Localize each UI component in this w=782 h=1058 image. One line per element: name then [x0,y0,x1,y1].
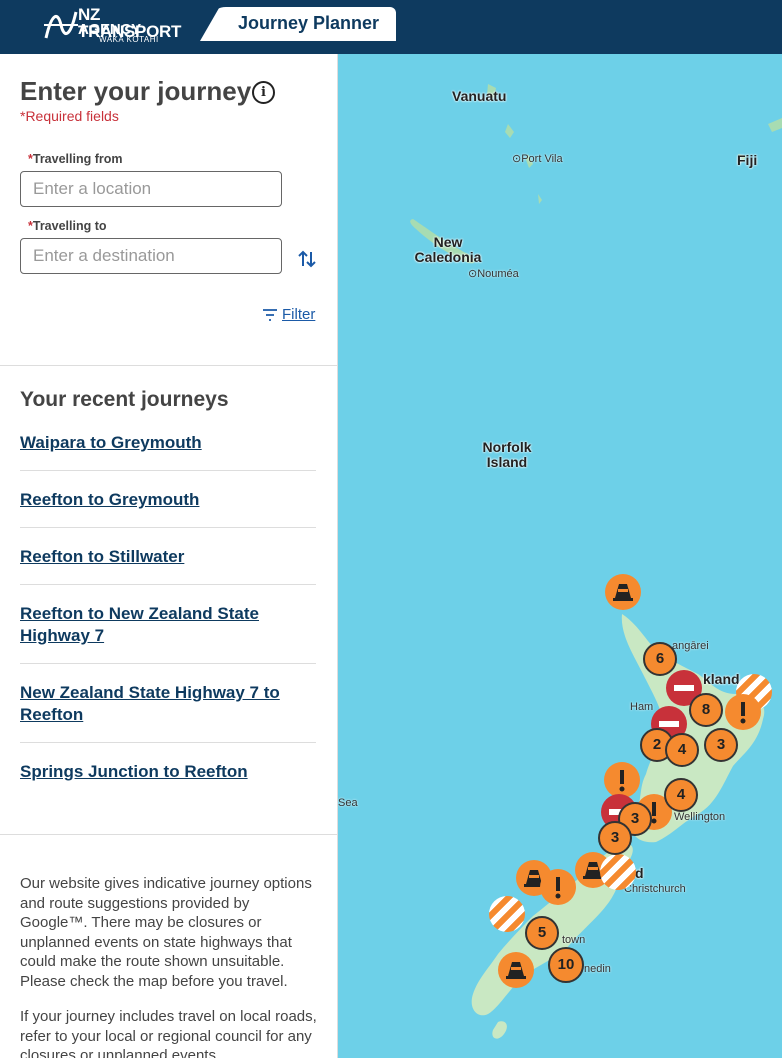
map-label-fiji: Fiji [737,152,758,168]
map-label-wellington: Wellington [674,811,726,823]
exclamation-icon [740,702,746,724]
map-label-norfolk-island: Norfolk Island [482,439,532,470]
to-label: *Travelling to [28,219,107,233]
hazard-marker[interactable] [600,854,636,890]
alert-marker[interactable] [540,869,576,905]
recent-journey-link[interactable]: Springs Junction to Reefton [20,761,316,783]
to-input[interactable] [20,238,282,274]
site-header: NZ TRANSPORT AGENCY WAKA KOTAHI Journey … [0,0,782,54]
from-input[interactable] [20,171,282,207]
swap-arrows-icon[interactable] [296,248,318,270]
list-item: Reefton to New Zealand State Highway 7 [20,603,316,664]
list-item: Reefton to Greymouth [20,489,316,528]
roadworks-marker[interactable] [498,952,534,988]
map-label-port-vila-text: Port Vila [521,153,563,165]
alert-marker[interactable] [725,694,761,730]
disclaimer: Our website gives indicative journey opt… [20,874,320,1058]
journey-planner-tab-label[interactable]: Journey Planner [238,13,379,34]
event-cluster-marker[interactable]: 8 [689,693,723,727]
event-cluster-marker[interactable]: 4 [664,778,698,812]
recent-journeys-list: Waipara to Greymouth Reefton to Greymout… [20,432,316,817]
map-label-noumea-text: Nouméa [477,268,519,280]
traffic-map[interactable]: Vanuatu ⊙Port Vila Fiji New Caledonia ⊙N… [338,54,782,1058]
event-cluster-marker[interactable]: 4 [665,733,699,767]
to-label-text: Travelling to [32,219,107,233]
disclaimer-paragraph: If your journey includes travel on local… [20,1008,317,1058]
map-label-queenstown: town [562,934,586,946]
list-item: New Zealand State Highway 7 to Reefton [20,682,316,743]
section-divider [0,834,337,835]
hazard-marker[interactable] [489,896,525,932]
logo-text-line3: WAKA KOTAHI [99,35,159,44]
event-cluster-marker[interactable]: 3 [704,728,738,762]
map-label-sea: Sea [338,797,358,809]
event-cluster-marker[interactable]: 5 [525,916,559,950]
list-item: Waipara to Greymouth [20,432,316,471]
filter-icon [263,308,277,321]
page-title: Enter your journey [20,76,252,106]
filter-label[interactable]: Filter [282,306,315,323]
map-label-noumea: ⊙Nouméa [468,268,519,280]
event-cluster-marker[interactable]: 6 [643,642,677,676]
filter-button[interactable]: Filter [262,306,315,323]
map-label-vanuatu: Vanuatu [452,88,507,104]
map-label-dunedin: nedin [584,963,611,975]
map-label-christchurch: Christchurch [624,883,686,895]
alert-marker[interactable] [604,762,640,798]
map-label-whangarei: angārei [672,640,709,652]
map-land-shapes [410,84,782,1039]
journey-panel: Enter your journey i *Required fields *T… [0,54,338,1058]
map-label-auckland: kland [703,671,740,687]
exclamation-icon [619,770,625,792]
traffic-cone-icon [613,584,633,601]
from-label: *Travelling from [28,152,122,166]
recent-journey-link[interactable]: New Zealand State Highway 7 to Reefton [20,682,316,726]
from-label-text: Travelling from [32,152,123,166]
map-label-nelson: d [635,865,644,881]
map-label-port-vila: ⊙Port Vila [512,153,563,165]
nzta-logo-icon [44,11,78,39]
disclaimer-paragraph: Our website gives indicative journey opt… [20,875,312,990]
map-label-hamilton: Ham [630,701,654,713]
traffic-cone-icon [506,962,526,979]
recent-journeys-title: Your recent journeys [20,388,229,411]
map-label-new-caledonia: New Caledonia [414,234,482,265]
event-cluster-marker[interactable]: 10 [548,947,584,983]
recent-journey-link[interactable]: Reefton to New Zealand State Highway 7 [20,603,316,647]
required-fields-note: *Required fields [20,108,119,124]
roadworks-marker[interactable] [605,574,641,610]
list-item: Reefton to Stillwater [20,546,316,585]
section-divider [0,365,337,366]
recent-journey-link[interactable]: Reefton to Greymouth [20,489,316,511]
exclamation-icon [555,877,561,899]
recent-journey-link[interactable]: Waipara to Greymouth [20,432,316,454]
nzta-logo[interactable]: NZ TRANSPORT AGENCY WAKA KOTAHI [44,6,204,46]
list-item: Springs Junction to Reefton [20,761,316,799]
info-icon[interactable]: i [252,81,275,104]
recent-journey-link[interactable]: Reefton to Stillwater [20,546,316,568]
